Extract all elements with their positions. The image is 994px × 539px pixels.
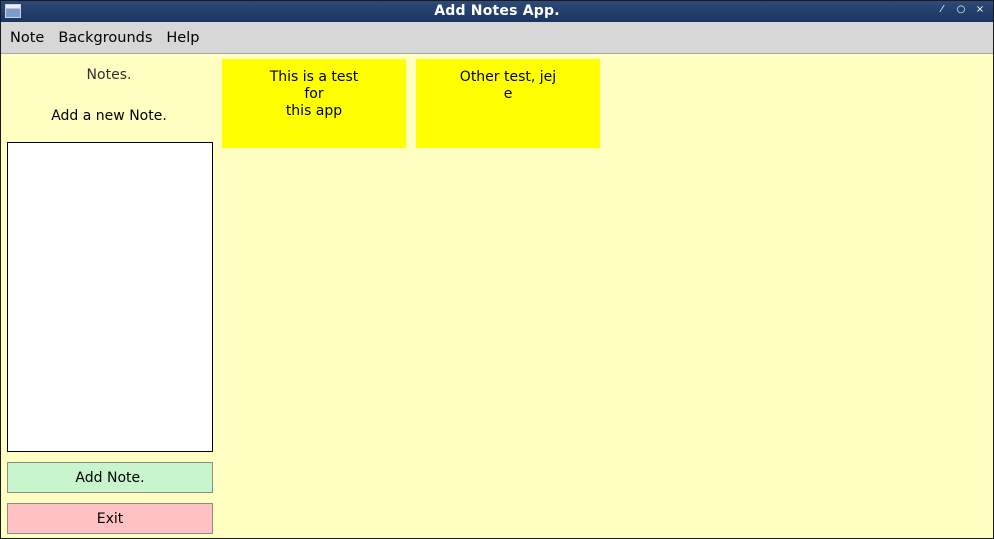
exit-button[interactable]: Exit: [7, 503, 213, 534]
menu-help[interactable]: Help: [159, 22, 206, 54]
sidebar: Notes. Add a new Note. Add Note. Exit: [1, 55, 217, 539]
notes-heading: Notes.: [86, 67, 132, 83]
window-controls: ⁄ ○ ×: [937, 4, 985, 16]
note-card[interactable]: Other test, jej e: [416, 59, 600, 148]
menu-backgrounds[interactable]: Backgrounds: [51, 22, 159, 54]
add-note-button[interactable]: Add Note.: [7, 462, 213, 493]
add-note-heading: Add a new Note.: [51, 108, 167, 124]
close-icon[interactable]: ×: [975, 4, 985, 16]
menu-bar: Note Backgrounds Help: [1, 22, 993, 54]
app-window: Add Notes App. ⁄ ○ × Note Backgrounds He…: [0, 0, 994, 539]
window-title: Add Notes App.: [434, 3, 560, 19]
menu-note[interactable]: Note: [3, 22, 51, 54]
title-bar[interactable]: Add Notes App. ⁄ ○ ×: [1, 1, 993, 22]
note-card[interactable]: This is a test for this app: [222, 59, 406, 148]
note-text-input[interactable]: [7, 142, 213, 452]
maximize-icon[interactable]: ○: [956, 4, 966, 16]
minimize-icon[interactable]: ⁄: [937, 4, 947, 16]
